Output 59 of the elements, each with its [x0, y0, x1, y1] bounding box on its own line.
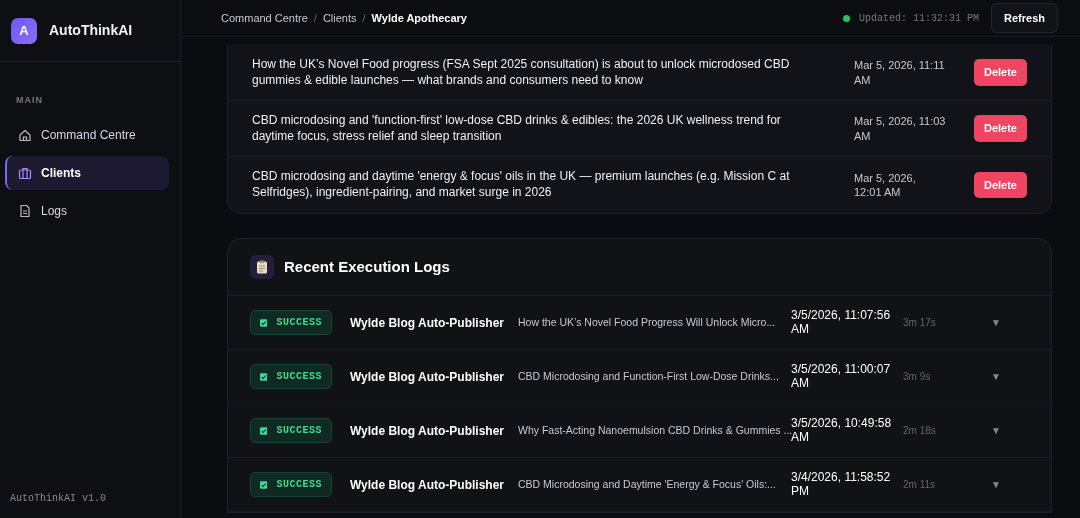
- post-date: Mar 5, 2026, 11:03 AM: [853, 114, 946, 143]
- check-icon: [260, 479, 268, 490]
- expand-toggle[interactable]: ▼: [991, 423, 1001, 438]
- run-time: 3/5/2026, 11:00:07 AM: [791, 363, 892, 390]
- version-label: AutoThinkAI v1.0: [9, 492, 107, 506]
- brand-name: AutoThinkAI: [49, 21, 133, 40]
- updated-time: Updated: 11:32:31 PM: [859, 11, 980, 26]
- check-icon: [260, 371, 268, 382]
- refresh-button[interactable]: Refresh: [991, 2, 1058, 34]
- post-date: Mar 5, 2026, 12:01 AM: [853, 170, 917, 200]
- check-icon: [260, 425, 268, 436]
- clipboard-icon: [250, 255, 274, 279]
- output-title: Why Fast-Acting Nanoemulsion CBD Drinks & Gummies ...: [518, 423, 791, 436]
- post-title: CBD microdosing and 'function-first' low-dose CBD drinks & edibles: the 2026 UK wellness trend for daytime focus, stress relief and sleep transition: [252, 112, 782, 145]
- nav-label: Command Centre: [41, 126, 136, 144]
- logo: A: [11, 17, 37, 44]
- workflow-name: Wylde Blog Auto-Publisher: [349, 422, 505, 440]
- workflow-name: Wylde Blog Auto-Publisher: [349, 476, 505, 494]
- nav-item[interactable]: Clients: [5, 155, 169, 190]
- delete-button[interactable]: Delete: [973, 59, 1027, 86]
- nav-item[interactable]: Command Centre: [5, 117, 169, 152]
- delete-button[interactable]: Delete: [973, 115, 1027, 142]
- workflow-name: Wylde Blog Auto-Publisher: [349, 314, 505, 332]
- breadcrumb-link[interactable]: Command Centre: [221, 9, 308, 27]
- breadcrumb-current: Wylde Apothecary: [371, 10, 467, 26]
- home-icon: [18, 127, 32, 142]
- output-title: How the UK’s Novel Food Progress Will Unlock Micro...: [518, 314, 777, 330]
- document-icon: [18, 203, 32, 218]
- nav-item[interactable]: Logs: [5, 193, 169, 228]
- breadcrumb-separator: /: [313, 10, 317, 26]
- status-badge: SUCCESS: [250, 418, 332, 443]
- breadcrumb-separator: /: [362, 10, 366, 26]
- check-icon: [260, 317, 268, 328]
- output-title: CBD Microdosing and Daytime 'Energy & Focus' Oils:...: [518, 476, 777, 492]
- nav-label: Logs: [41, 202, 68, 220]
- duration: 2m 18s: [902, 424, 937, 438]
- status-badge: SUCCESS: [250, 364, 332, 389]
- status-badge: SUCCESS: [250, 472, 332, 497]
- expand-toggle[interactable]: ▼: [991, 369, 1001, 384]
- expand-toggle[interactable]: ▼: [991, 315, 1001, 330]
- expand-toggle[interactable]: ▼: [991, 477, 1001, 492]
- run-time: 3/5/2026, 11:07:56 AM: [791, 309, 892, 336]
- run-time: 3/5/2026, 10:49:58 AM: [791, 417, 893, 444]
- briefcase-icon: [18, 165, 32, 180]
- workflow-name: Wylde Blog Auto-Publisher: [349, 368, 505, 386]
- duration: 3m 9s: [902, 370, 932, 384]
- post-date: Mar 5, 2026, 11:11 AM: [853, 58, 946, 87]
- output-title: CBD Microdosing and Function-First Low-Dose Drinks...: [518, 368, 780, 384]
- status-badge: SUCCESS: [250, 310, 332, 335]
- duration: 2m 11s: [902, 478, 937, 492]
- nav-label: Clients: [41, 164, 81, 182]
- breadcrumb-link[interactable]: Clients: [322, 9, 357, 27]
- post-title: How the UK’s Novel Food progress (FSA Sept 2025 consultation) is about to unlock microdosed CBD gummies & edible launches — what brands and consumers need to know: [252, 56, 791, 89]
- run-time: 3/4/2026, 11:58:52 PM: [791, 471, 892, 498]
- duration: 3m 17s: [902, 316, 937, 330]
- section-label: MAIN: [15, 94, 44, 107]
- post-title: CBD microdosing and daytime 'energy & focus' oils in the UK — premium launches (e.g. Mission C at Selfridges), ingredient-pairing, and market surge in 2026: [252, 169, 791, 201]
- delete-button[interactable]: Delete: [973, 171, 1027, 199]
- section-title: Recent Execution Logs: [284, 256, 450, 277]
